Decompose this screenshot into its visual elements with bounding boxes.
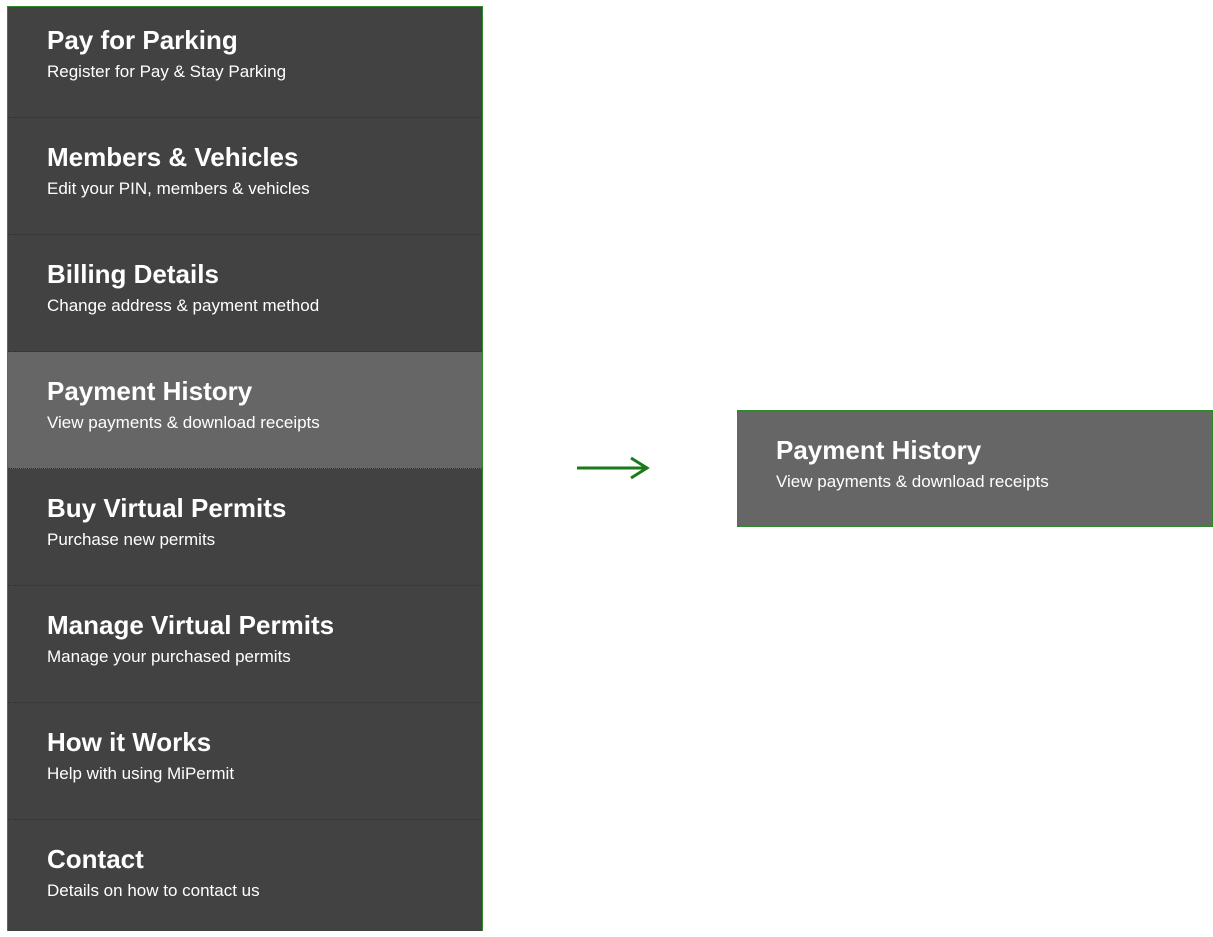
- account-menu: Pay for Parking Register for Pay & Stay …: [7, 6, 483, 931]
- menu-item-title: Billing Details: [47, 259, 219, 289]
- arrow-right-icon: [577, 456, 650, 480]
- menu-item-title: Payment History: [47, 376, 253, 406]
- menu-item-buy-virtual-permits[interactable]: Buy Virtual Permits Purchase new permits: [8, 469, 482, 586]
- menu-item-title: How it Works: [47, 727, 212, 757]
- menu-item-subtitle: Purchase new permits: [47, 530, 216, 549]
- menu-item-title: Pay for Parking: [47, 25, 238, 55]
- menu-item-how-it-works[interactable]: How it Works Help with using MiPermit: [8, 703, 482, 820]
- menu-item-subtitle: Register for Pay & Stay Parking: [47, 62, 287, 81]
- menu-item-billing-details[interactable]: Billing Details Change address & payment…: [8, 235, 482, 352]
- menu-item-contact[interactable]: Contact Details on how to contact us: [8, 820, 482, 937]
- menu-item-payment-history[interactable]: Payment History View payments & download…: [8, 352, 482, 469]
- menu-item-subtitle: Help with using MiPermit: [47, 764, 235, 783]
- menu-item-subtitle: Details on how to contact us: [47, 881, 260, 900]
- menu-item-title: Members & Vehicles: [47, 142, 299, 172]
- menu-item-members-vehicles[interactable]: Members & Vehicles Edit your PIN, member…: [8, 118, 482, 235]
- menu-item-subtitle: Edit your PIN, members & vehicles: [47, 179, 310, 198]
- menu-item-subtitle: View payments & download receipts: [47, 413, 320, 432]
- menu-item-subtitle: Change address & payment method: [47, 296, 320, 315]
- menu-item-pay-for-parking[interactable]: Pay for Parking Register for Pay & Stay …: [8, 7, 482, 118]
- callout-subtitle: View payments & download receipts: [776, 472, 1049, 491]
- menu-item-subtitle: Manage your purchased permits: [47, 647, 291, 666]
- menu-item-manage-virtual-permits[interactable]: Manage Virtual Permits Manage your purch…: [8, 586, 482, 703]
- menu-item-title: Contact: [47, 844, 144, 874]
- callout-title: Payment History: [776, 435, 982, 465]
- menu-item-title: Manage Virtual Permits: [47, 610, 335, 640]
- payment-history-callout[interactable]: Payment History View payments & download…: [737, 410, 1213, 527]
- menu-item-title: Buy Virtual Permits: [47, 493, 287, 523]
